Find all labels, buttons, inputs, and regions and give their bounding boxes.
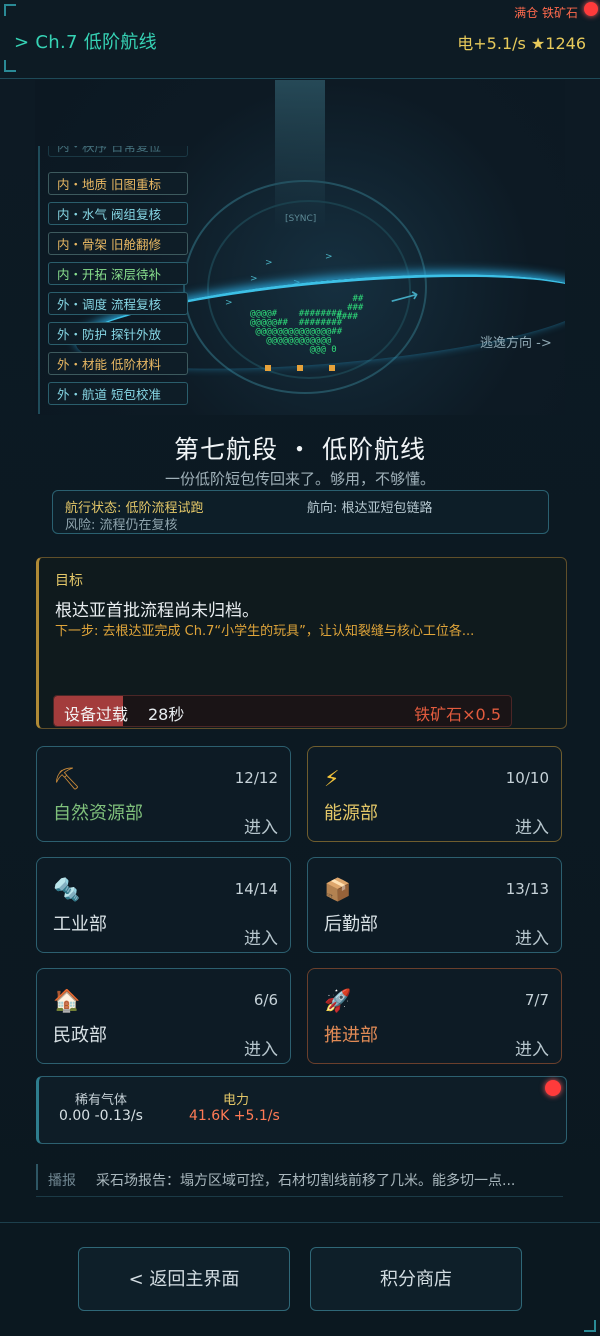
bottom-bar: < 返回主界面 积分商店 [0,1222,600,1336]
sector-tag[interactable]: 内・开拓 深层待补 [48,262,188,285]
dept-enter-button[interactable]: 进入 [515,1035,549,1060]
dept-name: 自然资源部 [53,803,143,824]
overload-timer: 28秒 [148,705,185,724]
dept-count: 13/13 [505,880,549,898]
sector-tag[interactable]: 外・调度 流程复核 [48,292,188,315]
chevron-right-icon: > [265,258,273,268]
package-icon: 📦 [324,878,352,903]
lightning-icon: ⚡ [324,767,340,792]
rare-gas-label: 稀有气体 [75,1093,128,1108]
overload-label: 设备过载 [64,705,129,724]
dept-natural-resources[interactable]: ⛏ 自然资源部 12/12 进入 [36,746,291,842]
sector-tag[interactable]: 外・航道 短包校准 [48,382,188,405]
game-screen: > Ch.7 低阶航线 满仓 铁矿石 电+5.1/s ★1246 [SYNC] … [0,0,600,1336]
escape-direction-label: 逃逸方向 -> [480,336,552,351]
sector-tag[interactable]: 内・水气 阀组复核 [48,202,188,225]
house-icon: 🏠 [53,989,81,1014]
dept-enter-button[interactable]: 进入 [515,924,549,949]
voyage-status: 航行状态: 低阶流程试跑 航向: 根达亚短包链路 风险: 流程仍在复核 [52,490,549,534]
chevron-right-icon: > [250,274,258,284]
dept-name: 后勤部 [324,914,378,935]
next-step-text[interactable]: 下一步: 去根达亚完成 Ch.7“小学生的玩具”，让认知裂缝与核心工位各... [55,620,545,639]
stage-title: 第七航段 ・ 低阶航线 [174,435,426,464]
sector-tag[interactable]: 内・骨架 旧舱翻修 [48,232,188,255]
overload-effect: 铁矿石×0.5 [414,705,501,724]
back-to-main-button[interactable]: < 返回主界面 [78,1247,290,1311]
dept-count: 14/14 [234,880,278,898]
notification-dot-icon [584,2,598,16]
dept-enter-button[interactable]: 进入 [515,813,549,838]
dept-count: 6/6 [253,991,278,1009]
dept-count: 7/7 [524,991,549,1009]
broadcast-bar[interactable]: 播报 采石场报告：塌方区域可控，石材切割线前移了几米。能多切一点... [36,1160,563,1197]
ground-markers [265,356,361,375]
dept-count: 10/10 [505,769,549,787]
power-value: 41.6K +5.1/s [189,1108,280,1124]
voyage-heading: 航向: 根达亚短包链路 [307,501,433,516]
dept-enter-button[interactable]: 进入 [244,1035,278,1060]
top-bar: > Ch.7 低阶航线 满仓 铁矿石 电+5.1/s ★1246 [0,0,600,79]
pickaxe-icon: ⛏ [53,767,81,792]
marker [297,365,303,371]
overload-bar: 设备过载 28秒 铁矿石×0.5 [53,695,512,727]
marker [329,365,335,371]
bolt-nut-icon: 🔩 [53,878,81,903]
dept-energy[interactable]: ⚡ 能源部 10/10 进入 [307,746,562,842]
power-label: 电力 [223,1093,250,1108]
dept-count: 12/12 [234,769,278,787]
dept-name: 能源部 [324,803,378,824]
frame-corner [4,60,16,72]
stage-subtitle: 一份低阶短包传回来了。够用，不够懂。 [164,470,435,488]
voyage-risk: 风险: 流程仍在复核 [65,518,178,533]
rare-gas-value: 0.00 -0.13/s [59,1108,143,1124]
dept-civil-affairs[interactable]: 🏠 民政部 6/6 进入 [36,968,291,1064]
sector-list[interactable]: 内・秩序 日常复位 内・地质 旧图重标 内・水气 阀组复核 内・骨架 旧舱翻修 … [38,146,192,414]
points-shop-button[interactable]: 积分商店 [310,1247,522,1311]
dept-name: 民政部 [53,1025,107,1046]
frame-corner [4,4,16,16]
sector-tag[interactable]: 外・防护 探针外放 [48,322,188,345]
notification-dot-icon[interactable] [545,1080,561,1096]
dept-propulsion[interactable]: 🚀 推进部 7/7 进入 [307,968,562,1064]
dept-name: 推进部 [324,1025,378,1046]
chapter-title: > Ch.7 低阶航线 [14,32,157,53]
dept-enter-button[interactable]: 进入 [244,813,278,838]
chevron-right-icon: > [325,252,333,262]
rocket-icon: 🚀 [324,989,352,1014]
broadcast-divider [36,1164,38,1190]
dept-enter-button[interactable]: 进入 [244,924,278,949]
storage-alert[interactable]: 满仓 铁矿石 [514,4,578,21]
sector-tag[interactable]: 外・材能 低阶材料 [48,352,188,375]
sector-tag[interactable]: 内・秩序 日常复位 [48,146,188,157]
dept-industry[interactable]: 🔩 工业部 14/14 进入 [36,857,291,953]
dept-name: 工业部 [53,914,107,935]
broadcast-label: 播报 [48,1173,76,1189]
marker [265,365,271,371]
objective-panel[interactable]: 目标 根达亚首批流程尚未归档。 下一步: 去根达亚完成 Ch.7“小学生的玩具”… [36,557,567,729]
objective-text: 根达亚首批流程尚未归档。 [55,601,259,621]
resource-panel: 稀有气体 0.00 -0.13/s 电力 41.6K +5.1/s [36,1076,567,1144]
resource-stats: 电+5.1/s ★1246 [457,34,586,53]
sync-label: [SYNC] [285,214,317,224]
frame-corner [584,1320,596,1332]
dept-logistics[interactable]: 📦 后勤部 13/13 进入 [307,857,562,953]
broadcast-message: 采石场报告：塌方区域可控，石材切割线前移了几米。能多切一点... [96,1173,516,1189]
sector-tag[interactable]: 内・地质 旧图重标 [48,172,188,195]
objective-label: 目标 [55,573,83,589]
